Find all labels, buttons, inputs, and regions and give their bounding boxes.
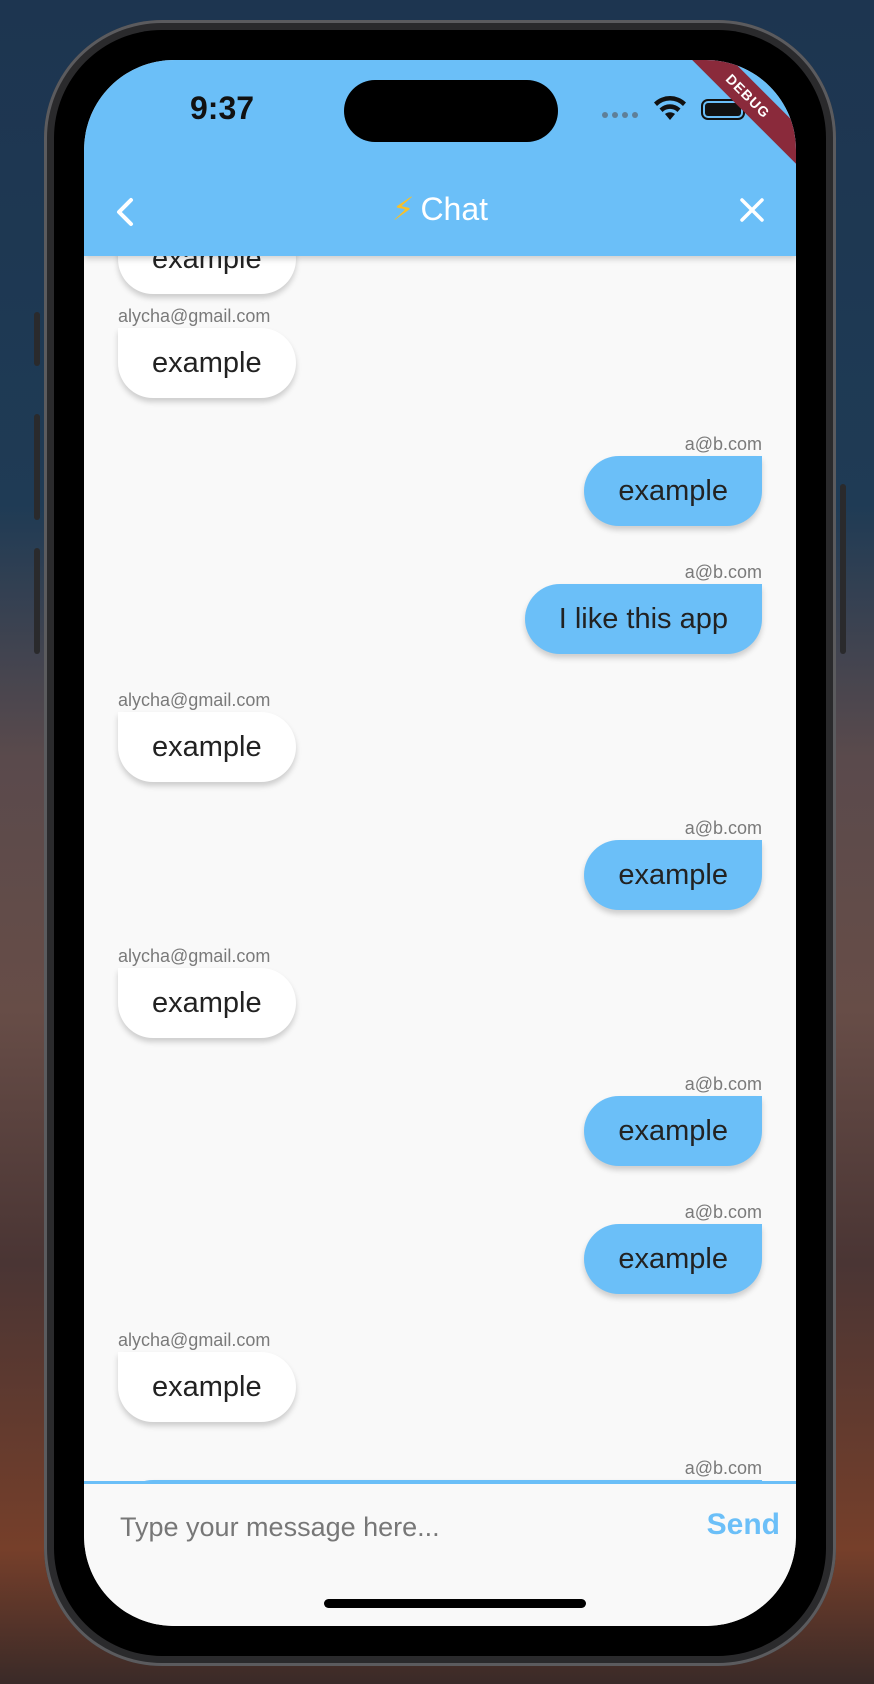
message-bubble: example xyxy=(584,456,762,526)
message-bubble: example xyxy=(584,840,762,910)
app-bar: 9:37 DEBUG ⚡ Chat xyxy=(84,60,796,256)
phone-frame: example alycha@gmail.com example a@b.com… xyxy=(34,20,846,1666)
lightning-bolt-icon: ⚡ xyxy=(391,191,415,227)
message-sender: alycha@gmail.com xyxy=(118,306,271,326)
message-sender: a@b.com xyxy=(684,1202,762,1222)
home-indicator xyxy=(324,1599,586,1608)
message-sender: a@b.com xyxy=(684,818,762,838)
volume-down-button xyxy=(34,548,40,654)
bezel: example alycha@gmail.com example a@b.com… xyxy=(54,30,826,1656)
message-sender: a@b.com xyxy=(684,1458,762,1478)
message-bubble: I like this app xyxy=(524,584,762,654)
message-bubble: example xyxy=(584,1224,762,1294)
message-list[interactable]: example alycha@gmail.com example a@b.com… xyxy=(84,60,796,1486)
message-sender: a@b.com xyxy=(684,562,762,582)
volume-up-button xyxy=(34,414,40,520)
screen: example alycha@gmail.com example a@b.com… xyxy=(84,60,796,1626)
silent-switch xyxy=(34,312,40,366)
message-sender: alycha@gmail.com xyxy=(118,946,271,966)
message-bubble: example xyxy=(118,328,296,398)
message-sender: a@b.com xyxy=(684,1074,762,1094)
status-time: 9:37 xyxy=(190,90,255,126)
message-sender: alycha@gmail.com xyxy=(118,1330,271,1350)
page-title-text: Chat xyxy=(420,191,489,227)
cellular-signal-icon xyxy=(602,112,638,118)
message-input[interactable] xyxy=(118,1506,662,1548)
message-sender: alycha@gmail.com xyxy=(118,690,271,710)
power-button xyxy=(840,484,846,654)
message-bubble: example xyxy=(118,968,296,1038)
message-composer: Send xyxy=(84,1481,796,1626)
message-bubble: example xyxy=(584,1096,762,1166)
page-title: ⚡ Chat xyxy=(84,190,796,228)
wifi-icon xyxy=(654,96,686,120)
close-icon[interactable] xyxy=(736,194,768,226)
message-sender: a@b.com xyxy=(684,434,762,454)
send-button[interactable]: Send xyxy=(707,1508,780,1542)
message-bubble: example xyxy=(118,712,296,782)
dynamic-island xyxy=(344,80,558,142)
message-bubble: example xyxy=(118,1352,296,1422)
